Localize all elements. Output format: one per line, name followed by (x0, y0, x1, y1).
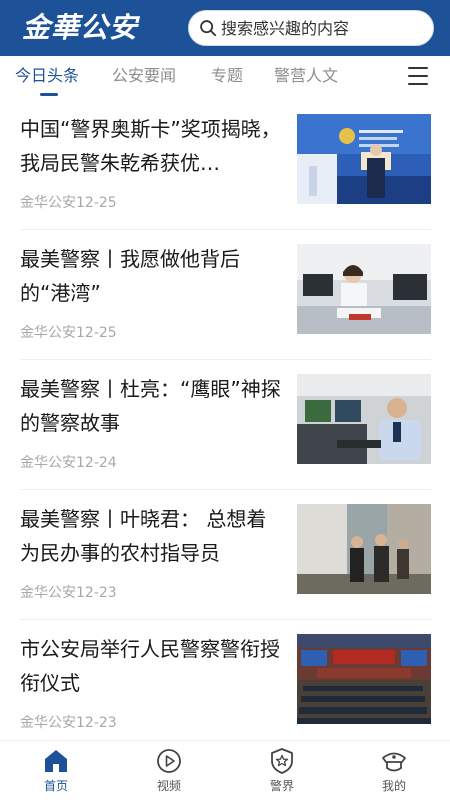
news-item[interactable]: 中国“警界奥斯卡”奖项揭晓，我局民警朱乾希获优… 金华公安12-25 (0, 100, 450, 230)
news-title[interactable]: 最美警察丨我愿做他背后的“港湾” (20, 242, 284, 310)
tab-topics[interactable]: 专题 (211, 56, 243, 96)
news-title[interactable]: 最美警察丨叶晓君： 总想着为民办事的农村指导员 (20, 502, 284, 570)
news-list: 中国“警界奥斯卡”奖项揭晓，我局民警朱乾希获优… 金华公安12-25 最美警察丨… (0, 100, 450, 740)
nav-label: 我的 (381, 779, 406, 793)
police-officer-at-desk-photo[interactable] (297, 244, 431, 334)
app-logo: 金華公安 (22, 11, 139, 44)
news-item[interactable]: 市公安局举行人民警察警衔授衔仪式 金华公安12-23 (0, 620, 450, 740)
search-box[interactable]: 搜索感兴趣的内容 (188, 10, 434, 46)
nav-label: 首页 (43, 779, 68, 793)
village-visit-photo[interactable] (297, 504, 431, 594)
bottom-nav: 首页 视频 警界 我的 (0, 740, 450, 800)
category-tabs: 今日头条 公安要闻 专题 警营人文 (0, 56, 450, 100)
news-meta: 金华公安12-24 (20, 455, 117, 471)
nav-label: 警界 (269, 779, 294, 793)
news-meta: 金华公安12-25 (20, 195, 117, 211)
app-header: 金華公安 搜索感兴趣的内容 (0, 0, 450, 56)
nav-label: 视频 (156, 779, 181, 793)
nav-home[interactable]: 首页 (16, 741, 96, 800)
news-item[interactable]: 最美警察丨叶晓君： 总想着为民办事的农村指导员 金华公安12-23 (0, 490, 450, 620)
search-placeholder: 搜索感兴趣的内容 (221, 19, 350, 38)
hamburger-menu-icon[interactable] (408, 67, 428, 85)
news-title[interactable]: 中国“警界奥斯卡”奖项揭晓，我局民警朱乾希获优… (20, 112, 284, 180)
home-icon (45, 750, 67, 772)
news-item[interactable]: 最美警察丨我愿做他背后的“港湾” 金华公安12-25 (0, 230, 450, 360)
nav-video[interactable]: 视频 (129, 741, 209, 800)
police-badge-icon (271, 748, 293, 774)
search-icon (200, 20, 217, 37)
news-item[interactable]: 最美警察丨杜亮：“鹰眼”神探的警察故事 金华公安12-24 (0, 360, 450, 490)
news-meta: 金华公安12-23 (20, 585, 117, 601)
nav-profile[interactable]: 我的 (354, 741, 434, 800)
police-cap-icon (382, 752, 406, 772)
award-ceremony-photo[interactable] (297, 114, 431, 204)
news-meta: 金华公安12-25 (20, 325, 117, 341)
tab-police-culture[interactable]: 警营人文 (274, 56, 338, 96)
tab-police-news[interactable]: 公安要闻 (112, 56, 176, 96)
news-title[interactable]: 市公安局举行人民警察警衔授衔仪式 (20, 632, 284, 700)
news-meta: 金华公安12-23 (20, 715, 117, 731)
nav-police-world[interactable]: 警界 (242, 741, 322, 800)
news-title[interactable]: 最美警察丨杜亮：“鹰眼”神探的警察故事 (20, 372, 284, 440)
officer-at-monitors-photo[interactable] (297, 374, 431, 464)
tab-headlines[interactable]: 今日头条 (15, 56, 79, 96)
play-icon (157, 749, 181, 773)
auditorium-ceremony-photo[interactable] (297, 634, 431, 724)
active-tab-indicator (40, 93, 58, 96)
